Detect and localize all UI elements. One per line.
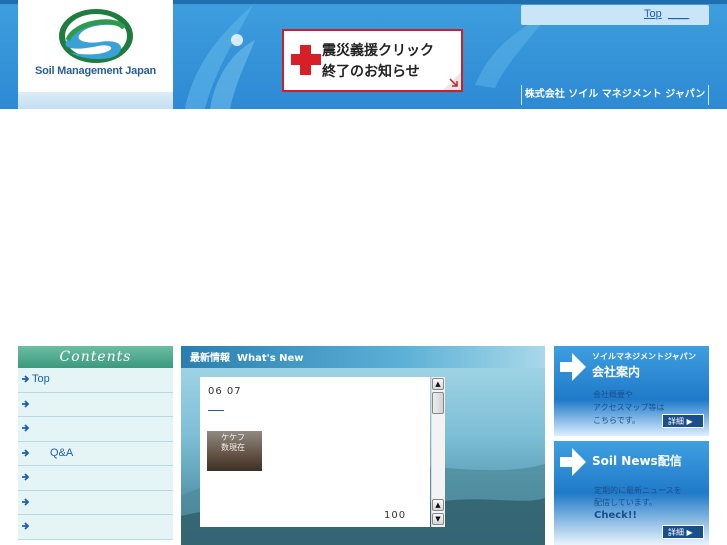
corner-arrow-icon: [443, 72, 461, 90]
company-info-line1: 会社概要や: [593, 390, 633, 399]
banner-line1: 震災義援クリック: [322, 43, 434, 59]
arrow-right-icon: [22, 424, 30, 432]
logo-underbar: [18, 92, 173, 109]
contents-title: Contents: [59, 349, 132, 365]
arrow-right-icon: [22, 522, 30, 530]
sidebar-item-label: Q&A: [50, 446, 74, 459]
sidebar-item[interactable]: [18, 392, 173, 417]
soil-news-check: Check!!: [594, 510, 637, 521]
top-link[interactable]: Top: [644, 8, 662, 20]
logo[interactable]: [18, 0, 173, 92]
soil-news-title: Soil News配信: [592, 454, 682, 468]
scroll-thumb[interactable]: [432, 392, 444, 414]
news-date: 06 07: [208, 386, 242, 397]
sidebar-item[interactable]: [18, 466, 173, 491]
news-count: 100: [384, 510, 407, 521]
arrow-right-icon: [22, 399, 30, 408]
company-name: 株式会社 ソイル マネジメント ジャパン: [521, 85, 709, 105]
company-info-title: 会社案内: [592, 365, 641, 379]
banner-line2: 終了のお知らせ: [322, 64, 420, 80]
scroll-up-icon[interactable]: ▲: [432, 378, 444, 390]
company-detail-button[interactable]: 詳細 ▶: [662, 414, 704, 428]
news-thumbnail-caption: 数現在: [221, 443, 245, 452]
detail-label: 詳細: [668, 528, 684, 537]
detail-label: 詳細: [668, 417, 684, 426]
soil-news-box[interactable]: Soil News配信 定期的に最新ニュースを 配信しています。 Check!!…: [554, 441, 709, 545]
company-info-line3: こちらです。: [593, 416, 640, 425]
sidebar-item-label: Top: [32, 373, 50, 385]
company-info-box[interactable]: ソイルマネジメントジャパン 会社案内 会社概要や アクセスマップ等は こちらです…: [554, 346, 709, 436]
arrow-right-icon: [22, 497, 30, 506]
company-info-subtitle: ソイルマネジメントジャパン: [592, 352, 696, 361]
sidebar-item[interactable]: [18, 515, 173, 540]
soil-news-line1: 定期的に最新ニュースを: [594, 486, 682, 495]
company-info-line2: アクセスマップ等は: [593, 403, 665, 412]
news-title-en: What's New: [236, 353, 304, 364]
logo-text: Soil Management Japan: [34, 65, 157, 77]
arrow-right-icon: [560, 448, 586, 476]
cross-icon: [291, 45, 321, 75]
scroll-up-icon[interactable]: ▲: [432, 499, 444, 511]
logo-mark-icon: [59, 9, 133, 63]
sidebar-nav: Top Q&A: [18, 368, 173, 540]
news-title-ja: 最新情報: [190, 353, 230, 364]
scroll-down-icon[interactable]: ▼: [432, 513, 444, 525]
news-link-underline[interactable]: [208, 410, 224, 411]
sidebar-item[interactable]: [18, 490, 173, 515]
sidebar-item-top[interactable]: Top: [18, 368, 173, 393]
top-link-extra[interactable]: ____: [668, 8, 690, 20]
arrow-right-icon: [22, 448, 30, 457]
sidebar-item-qa[interactable]: Q&A: [18, 441, 173, 466]
soil-news-detail-button[interactable]: 詳細 ▶: [662, 525, 704, 539]
arrow-right-icon: [22, 473, 30, 481]
news-title: 最新情報 What's New: [190, 349, 304, 364]
soil-news-line2: 配信しています。: [594, 498, 657, 507]
leaf-decoration: [185, 5, 255, 109]
sidebar-item[interactable]: [18, 417, 173, 442]
arrow-right-icon: [22, 375, 30, 383]
arrow-right-icon: [560, 353, 586, 381]
